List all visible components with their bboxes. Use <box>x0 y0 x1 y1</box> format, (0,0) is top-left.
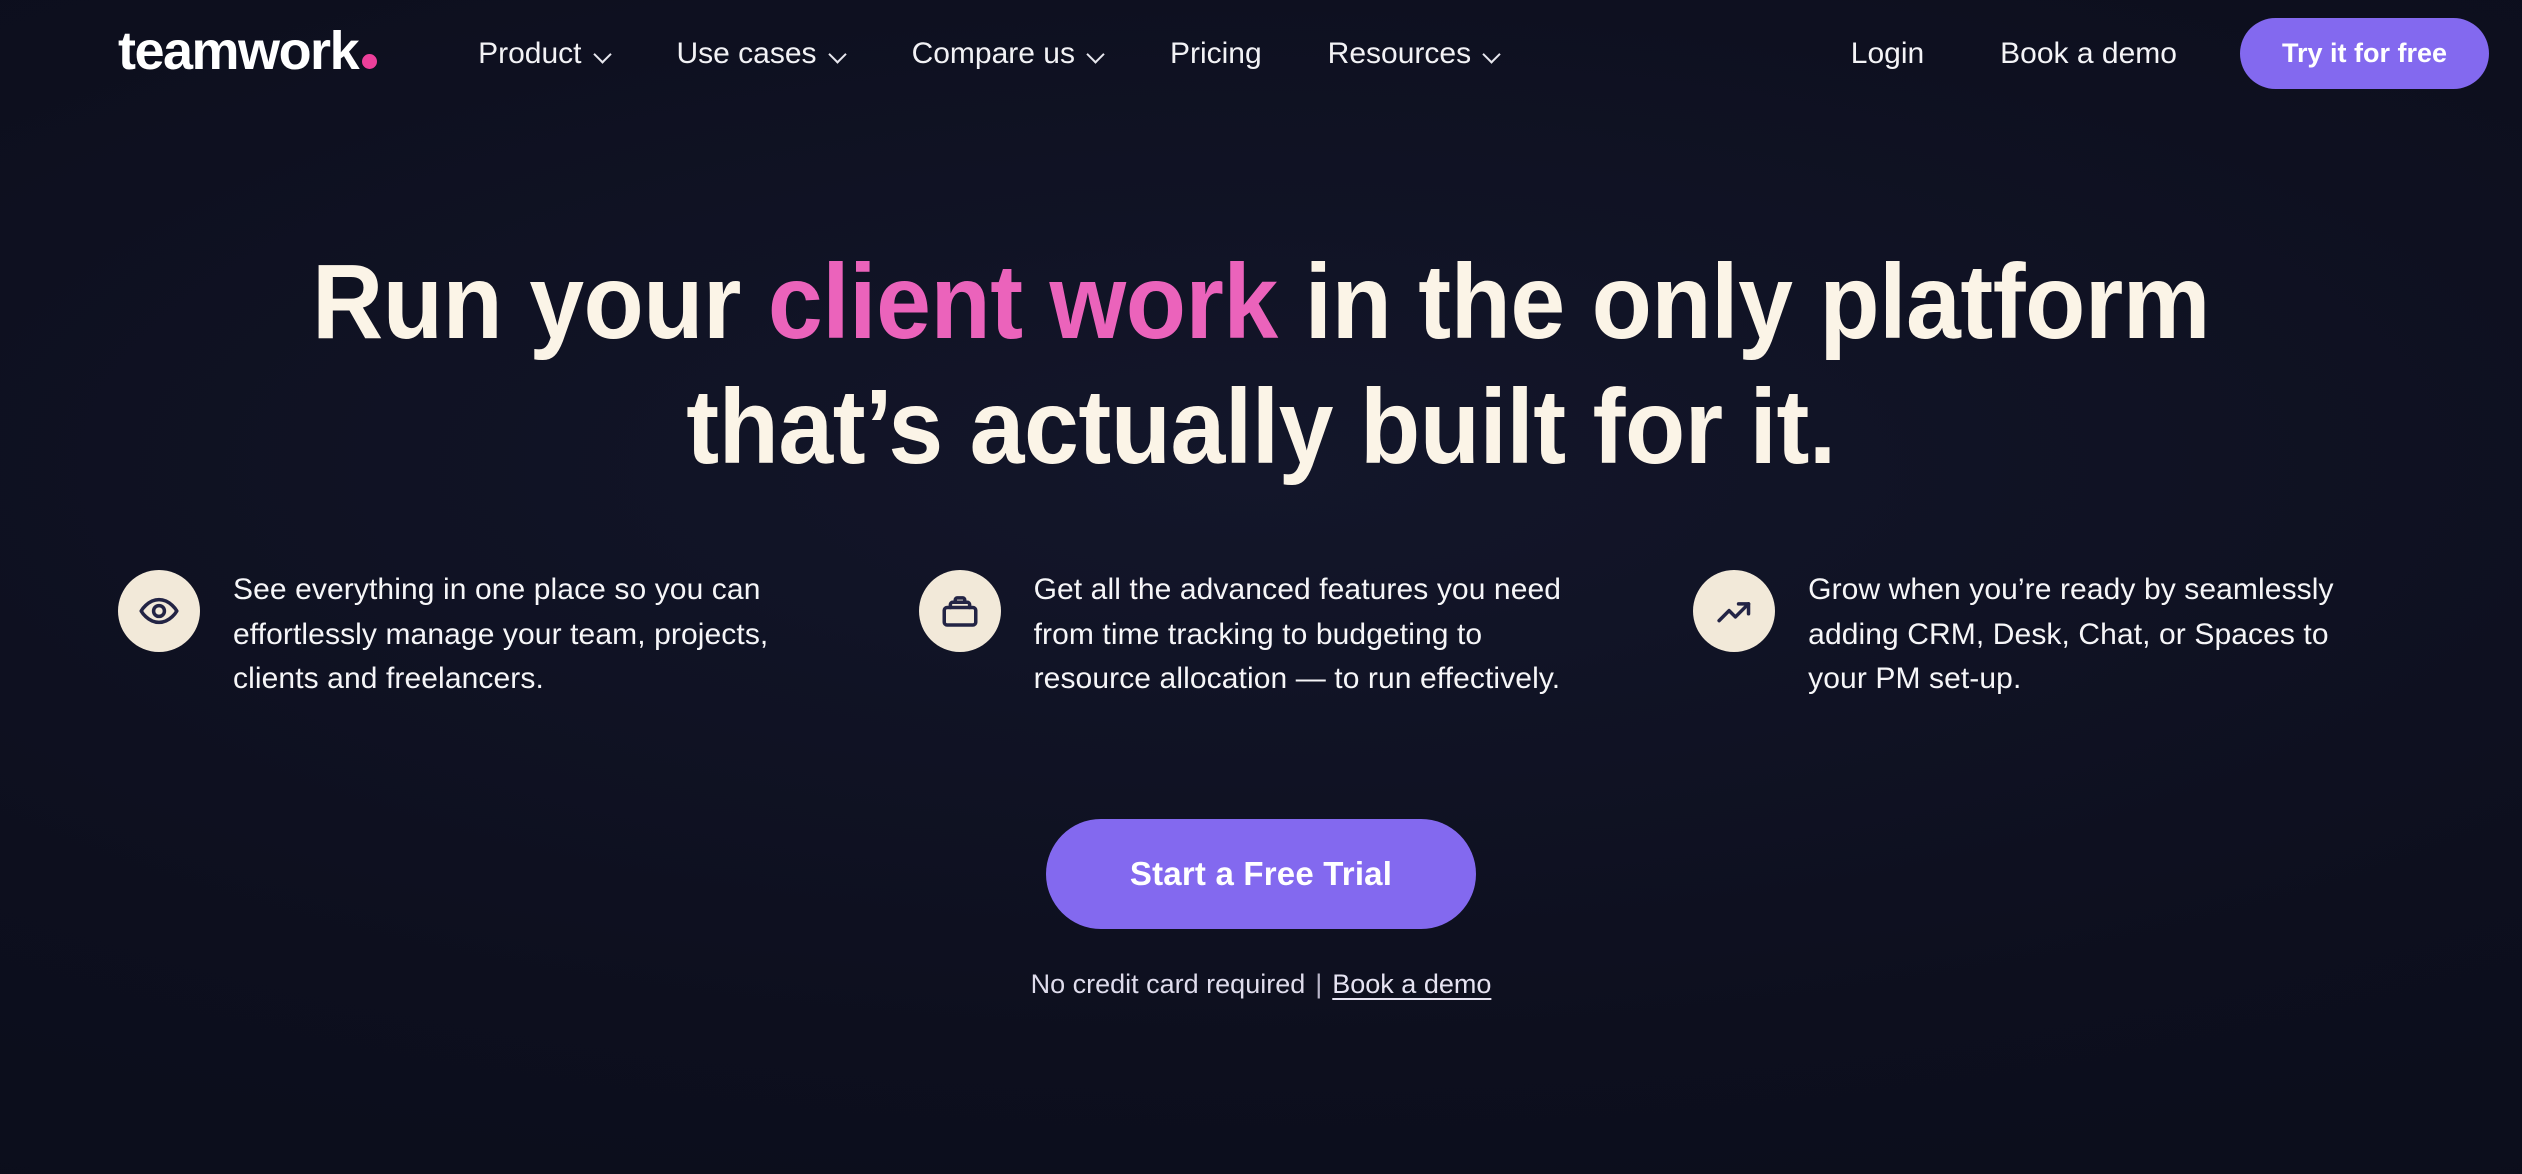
feature-item: Get all the advanced features you need f… <box>883 568 1648 701</box>
no-credit-card-text: No credit card required <box>1030 969 1306 1000</box>
fineprint-separator: | <box>1315 969 1323 1000</box>
hero-headline: Run your client work in the only platfor… <box>88 240 2433 490</box>
nav-item-pricing-label: Pricing <box>1169 36 1262 70</box>
feature-text: Grow when you’re ready by seamlessly add… <box>1808 573 2334 695</box>
nav-actions: Login Book a demo Try it for free <box>1813 0 2522 107</box>
nav-item-use-cases-label: Use cases <box>676 36 817 70</box>
nav-item-pricing[interactable]: Pricing <box>1137 36 1295 70</box>
chevron-down-icon <box>1484 48 1500 64</box>
chevron-down-icon <box>1088 48 1104 64</box>
feature-item: Grow when you’re ready by seamlessly add… <box>1647 568 2412 701</box>
try-it-for-free-button[interactable]: Try it for free <box>2239 18 2489 89</box>
nav-item-compare-us[interactable]: Compare us <box>879 36 1137 70</box>
book-a-demo-fineprint-link[interactable]: Book a demo <box>1332 969 1491 1000</box>
cta-fineprint: No credit card required | Book a demo <box>1031 969 1492 1000</box>
landing-page: teamwork Product Use cases Compare us Pr… <box>0 0 2522 1174</box>
chevron-down-icon <box>595 48 611 64</box>
briefcase-icon <box>918 570 1001 653</box>
nav-item-product-label: Product <box>478 36 582 70</box>
top-navigation-bar: teamwork Product Use cases Compare us Pr… <box>0 0 2522 107</box>
teamwork-logo[interactable]: teamwork <box>118 20 378 81</box>
trending-up-icon <box>1693 570 1776 653</box>
feature-list: See everything in one place so you can e… <box>0 568 2522 701</box>
primary-nav-links: Product Use cases Compare us Pricing Res… <box>445 36 1533 70</box>
logo-wordmark: teamwork <box>118 20 360 81</box>
logo-dot-icon <box>362 53 378 69</box>
nav-item-product[interactable]: Product <box>445 36 643 70</box>
login-link[interactable]: Login <box>1813 37 1962 71</box>
feature-text: Get all the advanced features you need f… <box>1033 573 1562 695</box>
nav-item-compare-us-label: Compare us <box>911 36 1075 70</box>
nav-item-resources-label: Resources <box>1327 36 1472 70</box>
book-a-demo-link[interactable]: Book a demo <box>1962 37 2215 71</box>
nav-item-use-cases[interactable]: Use cases <box>644 36 879 70</box>
hero-headline-highlight: client work <box>767 243 1278 361</box>
nav-item-resources[interactable]: Resources <box>1295 36 1533 70</box>
feature-item: See everything in one place so you can e… <box>118 568 883 701</box>
cta-section: Start a Free Trial No credit card requir… <box>0 819 2522 1000</box>
eye-icon <box>118 570 200 653</box>
feature-text: See everything in one place so you can e… <box>233 573 769 695</box>
start-free-trial-button[interactable]: Start a Free Trial <box>1045 819 1477 930</box>
chevron-down-icon <box>830 48 846 64</box>
hero-headline-part1: Run your <box>312 243 768 361</box>
